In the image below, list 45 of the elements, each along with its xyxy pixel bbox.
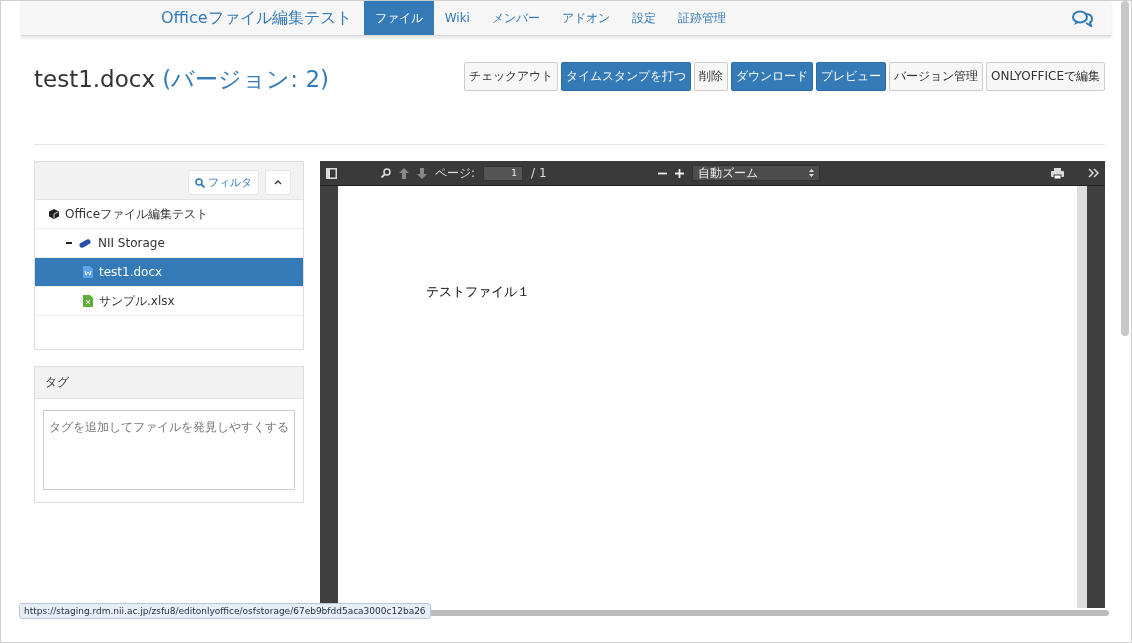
page-label: ページ: [435, 164, 476, 182]
nav-tab[interactable]: Wiki [433, 1, 481, 35]
word-file-icon [83, 266, 93, 278]
action-button[interactable]: チェックアウト [464, 62, 559, 91]
spreadsheet-file-icon [83, 295, 93, 307]
tags-heading: タグ [35, 367, 303, 399]
page-scrollbar[interactable] [1121, 1, 1129, 336]
search-icon [195, 177, 205, 188]
tree-item[interactable]: Officeファイル編集テスト [35, 200, 303, 229]
arrow-down-icon[interactable] [417, 167, 427, 179]
print-icon[interactable] [1051, 167, 1064, 179]
tags-input-field[interactable]: タグを追加してファイルを発見しやすくする [43, 410, 295, 490]
nav-tab[interactable]: ファイル [363, 1, 434, 35]
action-button[interactable]: タイムスタンプを打つ [561, 62, 692, 91]
tree-item[interactable]: test1.docx [35, 258, 303, 287]
double-chevron-icon[interactable] [1088, 168, 1099, 178]
action-button[interactable]: バージョン管理 [889, 62, 984, 91]
tree-item[interactable]: サンプル.xlsx [35, 287, 303, 316]
cube-icon [49, 209, 59, 219]
document-text: テストファイル１ [426, 284, 530, 299]
search-icon[interactable] [381, 168, 391, 178]
chevron-up-icon [274, 180, 282, 185]
zoom-dropdown[interactable]: 自動ズーム [691, 165, 820, 181]
arrow-up-icon[interactable] [399, 167, 409, 179]
chat-bubbles-icon[interactable] [1072, 9, 1093, 27]
page-total: / 1 [531, 166, 547, 180]
action-button[interactable]: プレビュー [816, 62, 887, 91]
action-button[interactable]: 削除 [694, 62, 729, 91]
collapse-icon[interactable] [66, 240, 72, 246]
viewer-scrollbar[interactable] [1077, 186, 1087, 608]
action-button[interactable]: ダウンロード [731, 62, 814, 91]
nav-tab[interactable]: 証跡管理 [666, 1, 737, 35]
page-number-field[interactable]: 1 [483, 165, 524, 181]
filter-button[interactable]: フィルタ [188, 170, 259, 195]
sidebar-toggle-icon[interactable] [326, 167, 337, 179]
nav-tab[interactable]: アドオン [550, 1, 621, 35]
storage-pill-icon [78, 237, 92, 249]
updown-caret-icon [808, 169, 814, 177]
nav-tab[interactable]: メンバー [480, 1, 551, 35]
project-title-link[interactable]: Officeファイル編集テスト [161, 7, 352, 29]
action-button[interactable]: ONLYOFFICEで編集 [986, 62, 1105, 91]
zoom-in-icon[interactable] [674, 168, 684, 178]
nav-tab[interactable]: 設定 [620, 1, 667, 35]
file-title: test1.docx (バージョン: 2) [34, 65, 329, 94]
status-url-tooltip: https://staging.rdm.nii.ac.jp/zsfu8/editonlyoffice/osfstorage/67eb9bfdd5aca3000c12ba26 [19, 603, 431, 619]
